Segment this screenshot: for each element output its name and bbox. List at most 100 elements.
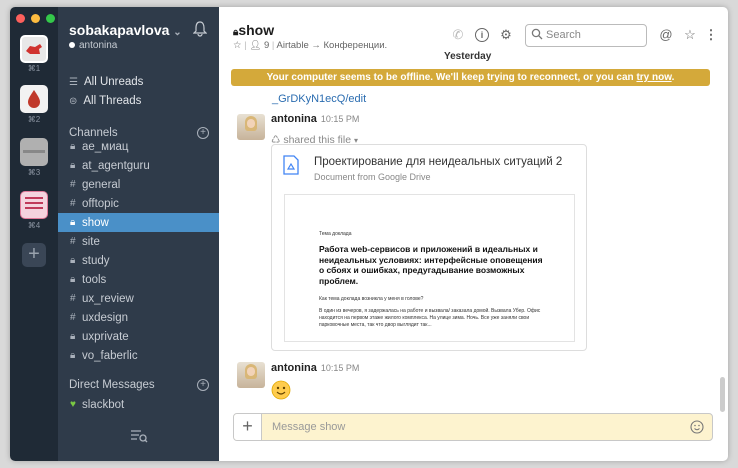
current-user[interactable]: antonina [69,40,117,51]
lock-icon: 🔒︎ [70,160,76,171]
user-name-label: antonina [79,40,118,51]
quick-switcher-icon[interactable] [130,429,148,443]
author-name[interactable]: antonina [271,362,317,374]
channel-label: show [82,216,109,229]
file-title[interactable]: Проектирование для неидеальных ситуаций … [314,156,562,168]
search-input[interactable]: Search [525,24,647,47]
hash-icon: # [70,198,76,209]
message-author: antonina 10:15 PM [271,113,359,125]
try-now-link[interactable]: try now [636,72,671,83]
attach-button[interactable]: + [234,414,262,440]
file-source: Document from Google Drive [314,172,431,182]
nav-label: All Unreads [83,76,144,88]
channel-label: ae_миац [82,140,129,153]
add-team-button[interactable]: + [22,243,46,267]
channel-meta: ☆ | 👤︎ 9 | Airtable → Конференции. [233,40,388,51]
channel-header: 🔒︎show ☆ | 👤︎ 9 | Airtable → Конференции… [219,7,728,55]
channel-label: offtopic [82,197,119,210]
direct-messages-header[interactable]: Direct Messages [69,379,155,391]
zoom-window-button[interactable] [46,14,55,23]
file-attachment[interactable]: Проектирование для неидеальных ситуаций … [271,144,587,351]
banner-text: Your computer seems to be offline. We'll… [266,72,634,83]
sidebar-channel-general[interactable]: # general [58,175,219,194]
sidebar-channel-site[interactable]: # site [58,232,219,251]
star-outline-icon[interactable]: ☆ [233,40,242,51]
star-outline-icon[interactable]: ☆ [683,28,697,42]
team-2[interactable] [20,85,48,113]
preview-label: Тема доклада [319,231,352,237]
team-shortcut: ⌘1 [27,64,41,73]
lock-icon: 🔒︎ [70,331,76,342]
file-preview[interactable]: Тема доклада Работа web-сервисов и прило… [284,194,575,342]
team-sobakapavlova[interactable] [20,35,48,63]
sidebar-channel-vo-faberlic[interactable]: 🔒︎ vo_faberlic [58,346,219,365]
avatar[interactable] [237,362,265,388]
sidebar-channel-show[interactable]: 🔒︎ show [58,213,219,232]
sidebar-channel-ux-review[interactable]: # ux_review [58,289,219,308]
drop-logo-icon [28,90,40,108]
message-link[interactable]: _GrDKyN1ecQ/edit [272,93,366,105]
minimize-window-button[interactable] [31,14,40,23]
author-name[interactable]: antonina [271,113,317,125]
channel-label: general [82,178,121,191]
sidebar-channel-study[interactable]: 🔒︎ study [58,251,219,270]
google-doc-icon [283,155,299,175]
scrollbar[interactable] [720,377,725,412]
gear-icon[interactable]: ⚙ [499,28,513,42]
lock-icon: 🔒︎ [70,141,76,152]
channel-title[interactable]: 🔒︎show [233,22,274,38]
mentions-icon[interactable]: @ [659,28,673,42]
lock-icon: 🔒︎ [70,217,76,228]
smile-emoji-icon[interactable] [271,380,291,400]
hash-icon: # [70,293,76,304]
sidebar-channel-ae-miac[interactable]: 🔒︎ ae_миац [58,137,219,156]
dog-logo-icon [26,44,42,54]
channel-label: uxprivate [82,330,129,343]
channel-label: vo_faberlic [82,349,138,362]
sidebar-channel-offtopic[interactable]: # offtopic [58,194,219,213]
lock-icon: 🔒︎ [70,350,76,361]
slack-window: ⌘1 ⌘2 ⌘3 ⌘4 + sobakapavlova ⌄ antonina ☰… [10,7,728,461]
nav-all-unreads[interactable]: ☰ All Unreads [69,76,143,88]
channel-label: site [82,235,100,248]
sidebar-channel-uxdesign[interactable]: # uxdesign [58,308,219,327]
info-icon[interactable]: i [475,28,489,42]
team-menu[interactable]: sobakapavlova ⌄ [69,22,182,38]
avatar[interactable] [237,114,265,140]
dm-label: slackbot [82,398,125,411]
chevron-down-icon: ⌄ [173,27,182,38]
message-input[interactable]: Message show [272,414,345,440]
channel-label: at_agentguru [82,159,150,172]
more-icon[interactable]: ⋮ [704,28,718,42]
person-icon: 👤︎ [249,40,262,51]
nav-all-threads[interactable]: ⊜ All Threads [69,95,141,107]
preview-heading: Работа web-сервисов и приложений в идеал… [319,244,543,286]
sidebar-channel-tools[interactable]: 🔒︎ tools [58,270,219,289]
banner-end: . [671,72,675,83]
channel-label: study [82,254,110,267]
team-logo-icon [25,197,43,199]
hash-icon: # [70,236,76,247]
team-3[interactable] [20,138,48,166]
close-window-button[interactable] [16,14,25,23]
team-shortcut: ⌘4 [27,221,41,230]
channel-topic[interactable]: Airtable → Конференции. [277,40,388,51]
heart-icon: ♥ [70,399,76,410]
hash-icon: # [70,179,76,190]
channel-label: uxdesign [82,311,129,324]
team-4[interactable] [20,191,48,219]
phone-icon[interactable]: ✆ [451,28,465,42]
emoji-picker-icon[interactable] [690,420,704,434]
message-time[interactable]: 10:15 PM [321,363,360,373]
member-count[interactable]: 👤︎ 9 [249,40,269,51]
sidebar-dm-slackbot[interactable]: ♥ slackbot [58,395,219,414]
channel-view: 🔒︎show ☆ | 👤︎ 9 | Airtable → Конференции… [219,7,728,461]
team-shortcut: ⌘3 [27,168,41,177]
channel-name: show [238,22,275,38]
bell-icon[interactable] [193,21,207,37]
sidebar-channel-at-agentguru[interactable]: 🔒︎ at_agentguru [58,156,219,175]
add-dm-icon[interactable]: + [197,379,209,391]
message-time[interactable]: 10:15 PM [321,114,360,124]
sidebar-channel-uxprivate[interactable]: 🔒︎ uxprivate [58,327,219,346]
preview-question: Как тема доклада возникла у меня в голов… [319,296,424,302]
